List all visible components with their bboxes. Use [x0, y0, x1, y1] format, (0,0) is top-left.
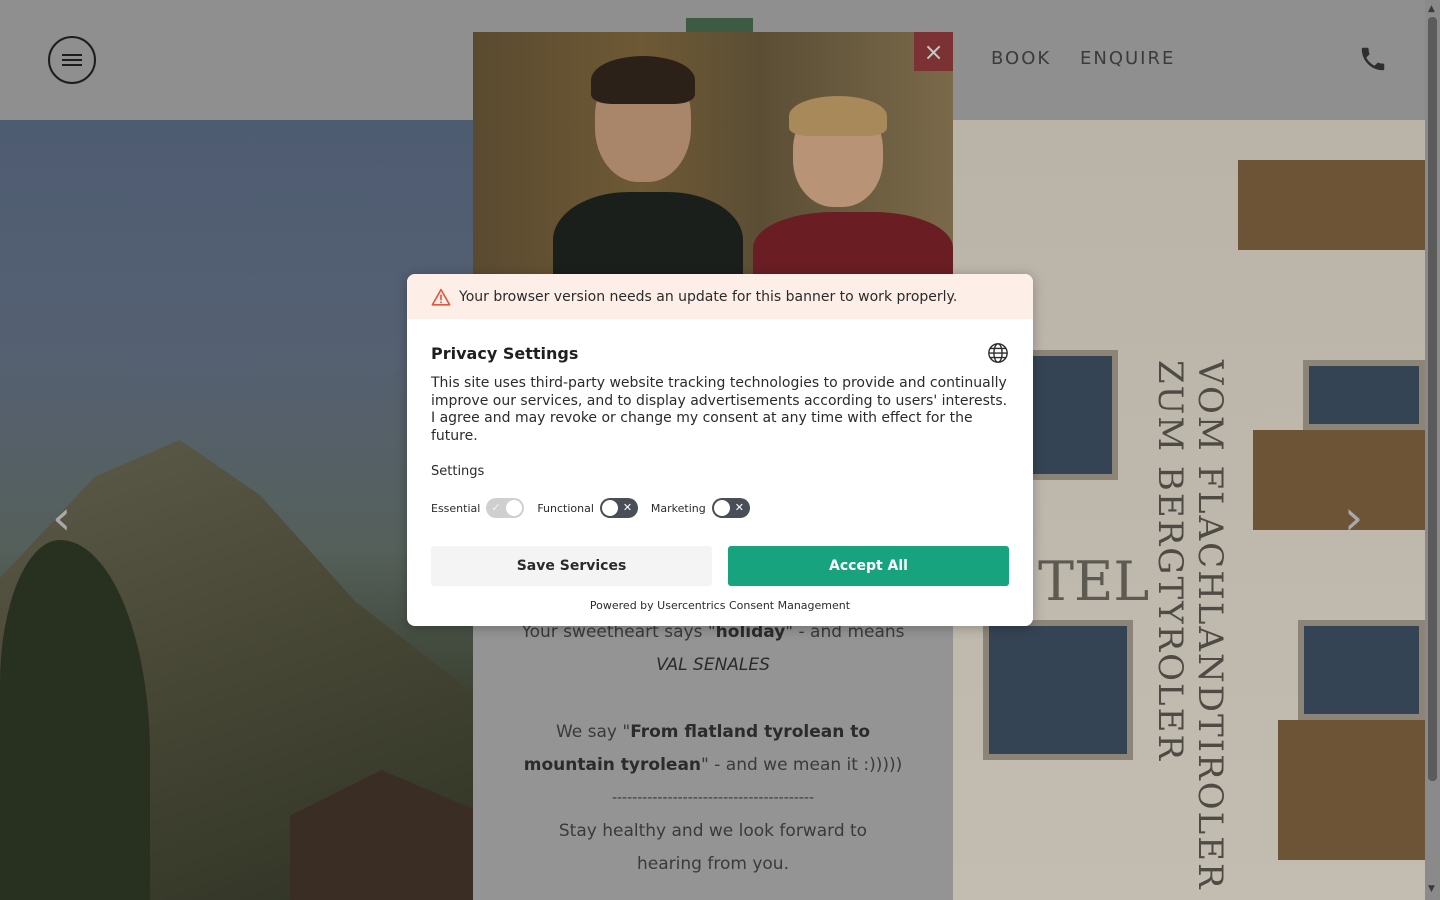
promo-line: We say "From flatland tyrolean to mounta… — [523, 722, 903, 775]
consent-toggles: Essential ✓ Functional ✕ Marketing ✕ — [431, 497, 763, 519]
hamburger-menu-icon — [62, 54, 82, 66]
toggle-essential: Essential ✓ — [431, 498, 525, 518]
vertical-slogan: VOM FLACHLANDTIROLER ZUM BERGTYROLER — [1150, 360, 1230, 891]
phone-icon[interactable] — [1358, 44, 1388, 74]
person-photo — [543, 52, 743, 277]
page-scrollbar[interactable]: ▲ ▼ — [1425, 0, 1440, 900]
balcony — [1278, 720, 1425, 860]
promo-line: VAL SENALES — [656, 655, 770, 675]
slider-prev-icon[interactable]: ‹ — [52, 490, 71, 546]
slider-next-icon[interactable]: › — [1344, 490, 1363, 546]
window — [983, 620, 1133, 760]
functional-switch[interactable]: ✕ — [599, 498, 638, 518]
powered-by-text: Powered by Usercentrics Consent Manageme… — [589, 599, 851, 612]
privacy-consent-dialog: Your browser version needs an update for… — [407, 274, 1033, 626]
accept-all-button[interactable]: Accept All — [728, 546, 1009, 586]
toggle-label: Functional — [537, 501, 594, 515]
nav-book-link[interactable]: BOOK — [991, 48, 1051, 69]
toggle-label: Marketing — [650, 501, 706, 515]
marketing-switch[interactable]: ✕ — [711, 498, 750, 518]
window — [1298, 620, 1425, 720]
warning-icon — [431, 288, 451, 306]
essential-switch: ✓ — [486, 498, 525, 518]
nav-enquire-link[interactable]: ENQUIRE — [1080, 48, 1175, 69]
balcony — [1253, 430, 1425, 530]
browser-warning-banner: Your browser version needs an update for… — [407, 274, 1033, 319]
window — [1303, 360, 1425, 430]
warning-text: Your browser version needs an update for… — [459, 288, 958, 305]
dialog-description: This site uses third-party website track… — [431, 375, 1008, 444]
toggle-label: Essential — [431, 501, 481, 515]
cross-icon: ✕ — [734, 501, 744, 514]
promo-text: Your sweetheart says "holiday" - and mea… — [473, 616, 953, 881]
dialog-title: Privacy Settings — [431, 344, 579, 363]
globe-language-icon[interactable] — [987, 342, 1009, 364]
scroll-down-icon[interactable]: ▼ — [1428, 884, 1435, 894]
hamburger-menu-button[interactable] — [48, 36, 96, 84]
save-services-button[interactable]: Save Services — [431, 546, 712, 586]
cross-icon: ✕ — [622, 501, 633, 514]
promo-divider: ---------------------------------------- — [611, 790, 815, 806]
promo-line: Stay healthy and we look forward to hear… — [558, 821, 868, 874]
check-icon: ✓ — [491, 501, 501, 514]
balcony — [1238, 160, 1425, 250]
person-photo — [733, 92, 953, 277]
toggle-marketing: Marketing ✕ — [651, 498, 750, 518]
scrollbar-thumb[interactable] — [1428, 17, 1437, 781]
hotel-sign: TEL — [1038, 550, 1150, 613]
settings-label: Settings — [431, 464, 485, 479]
scroll-up-icon[interactable]: ▲ — [1428, 4, 1435, 14]
promo-photo — [473, 32, 953, 277]
promo-close-button[interactable]: × — [914, 32, 953, 71]
toggle-functional: Functional ✕ — [537, 498, 638, 518]
